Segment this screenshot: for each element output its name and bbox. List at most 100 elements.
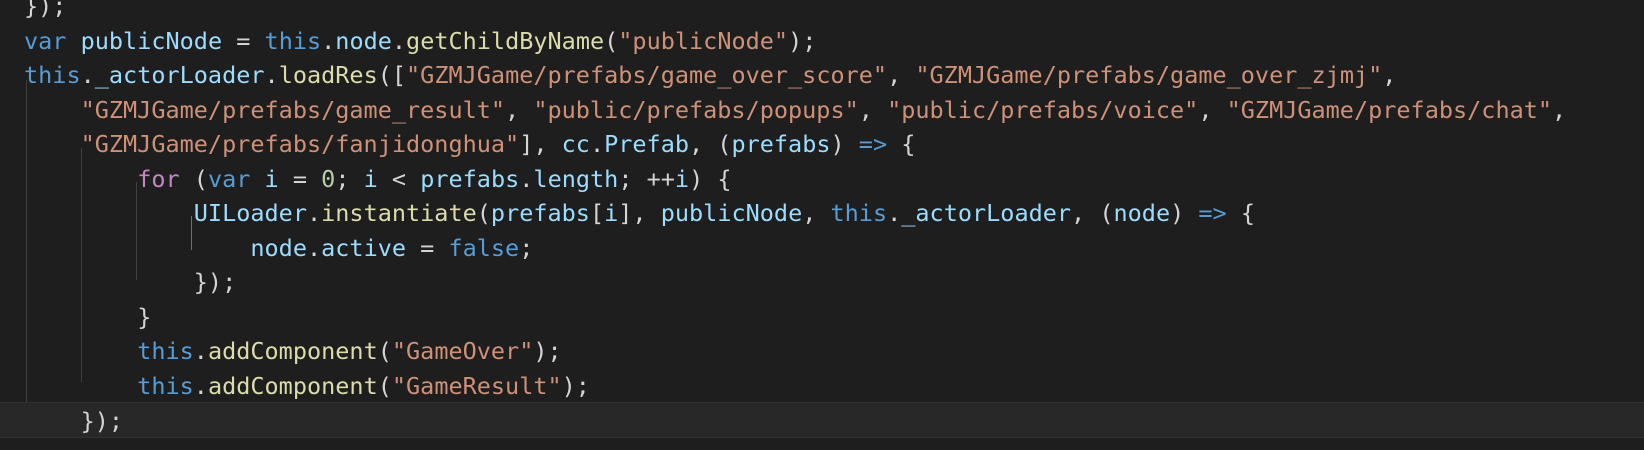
code-token: "GZMJGame/prefabs/chat"	[1226, 95, 1553, 124]
code-token: publicNode	[80, 26, 223, 55]
code-token: <	[377, 164, 421, 193]
code-token: length	[533, 164, 619, 193]
code-token: (	[476, 199, 491, 227]
code-line[interactable]: UILoader.instantiate(prefabs[i], publicN…	[24, 195, 1255, 231]
code-token: ,	[802, 199, 831, 227]
code-token: {	[1226, 199, 1255, 227]
code-token: =>	[858, 130, 888, 158]
code-token: prefabs	[490, 199, 590, 227]
code-token: (	[179, 164, 208, 193]
code-editor[interactable]: }); var publicNode = this.node.getChildBy…	[0, 0, 1644, 450]
code-token: });	[193, 268, 237, 296]
code-token: var	[24, 26, 67, 55]
code-token: active	[321, 233, 407, 262]
code-token: i	[363, 164, 378, 193]
code-token: 0	[321, 164, 336, 193]
code-token: .	[589, 130, 605, 158]
code-token: (	[604, 26, 619, 55]
code-token: "GameOver"	[391, 337, 534, 365]
code-token: =>	[1198, 199, 1227, 227]
code-token: , (	[1071, 199, 1114, 227]
code-token: instantiate	[321, 199, 477, 227]
code-token: .	[391, 26, 407, 55]
code-line[interactable]: this.addComponent("GameOver");	[24, 333, 562, 369]
code-token: "public/prefabs/voice"	[887, 95, 1199, 124]
code-line[interactable]: var publicNode = this.node.getChildByNam…	[24, 23, 816, 59]
code-token: addComponent	[207, 371, 378, 400]
code-token: .	[306, 199, 322, 227]
code-token: ],	[618, 199, 661, 227]
code-token: );	[38, 0, 67, 20]
code-token: _actorLoader	[94, 61, 265, 89]
code-token: )	[1170, 199, 1199, 227]
code-token: {	[887, 130, 916, 158]
code-token: ,	[1198, 95, 1227, 124]
code-line[interactable]: this.addComponent("GameResult");	[24, 368, 590, 404]
code-token: }	[137, 302, 152, 331]
code-token: ; ++	[618, 164, 675, 193]
code-token: [	[589, 199, 605, 227]
code-token: .	[264, 61, 279, 89]
code-token: .	[321, 26, 336, 55]
code-line[interactable]: node.active = false;	[24, 230, 533, 266]
code-token: ],	[519, 130, 562, 158]
code-token: var	[207, 164, 251, 193]
code-token: i	[674, 164, 690, 193]
code-token: ,	[858, 95, 888, 124]
code-token: ([	[377, 61, 407, 89]
code-token: (	[377, 337, 392, 365]
code-token: this	[830, 199, 888, 227]
code-token: );	[788, 26, 817, 55]
code-line[interactable]: this._actorLoader.loadRes(["GZMJGame/pre…	[24, 57, 1396, 93]
code-token: );	[533, 337, 562, 365]
code-line[interactable]: for (var i = 0; i < prefabs.length; ++i)…	[24, 161, 732, 197]
code-line[interactable]: });	[24, 264, 236, 300]
code-line[interactable]: }	[24, 299, 151, 335]
code-token: this	[24, 61, 81, 89]
code-token: "GZMJGame/prefabs/game_over_score"	[406, 61, 888, 89]
code-token: "GZMJGame/prefabs/fanjidonghua"	[80, 130, 520, 158]
code-token: (	[377, 371, 392, 400]
code-token: =	[406, 233, 449, 262]
code-token: this	[264, 26, 322, 55]
code-token: prefabs	[420, 164, 520, 193]
code-token: UILoader	[193, 199, 307, 227]
code-token: for	[137, 164, 180, 193]
code-token: .	[519, 164, 534, 193]
code-token: "public/prefabs/popups"	[533, 95, 859, 124]
code-token: });	[80, 407, 124, 435]
code-token: addComponent	[207, 337, 378, 365]
code-token: loadRes	[278, 61, 378, 89]
code-line[interactable]: "GZMJGame/prefabs/game_result", "public/…	[24, 92, 1567, 128]
code-token: ) {	[689, 164, 732, 193]
code-token: publicNode	[660, 199, 803, 227]
code-token: prefabs	[731, 130, 831, 158]
code-token: =	[222, 26, 265, 55]
code-line[interactable]: });	[0, 402, 1644, 438]
code-token: node	[250, 233, 307, 262]
code-token: .	[887, 199, 902, 227]
code-token: ,	[887, 61, 916, 89]
code-line[interactable]: });	[24, 0, 66, 24]
code-token: ;	[335, 164, 364, 193]
code-token: ,	[505, 95, 534, 124]
code-token: =	[278, 164, 322, 193]
code-token: node	[335, 26, 392, 55]
code-token: , (	[689, 130, 732, 158]
code-token: "GameResult"	[391, 371, 562, 400]
code-token: cc	[561, 130, 590, 158]
code-line[interactable]: "GZMJGame/prefabs/fanjidonghua"], cc.Pre…	[24, 126, 916, 162]
code-token: Prefab	[604, 130, 689, 158]
code-token: "publicNode"	[618, 26, 789, 55]
code-token: i	[604, 199, 619, 227]
code-token: false	[448, 233, 520, 262]
